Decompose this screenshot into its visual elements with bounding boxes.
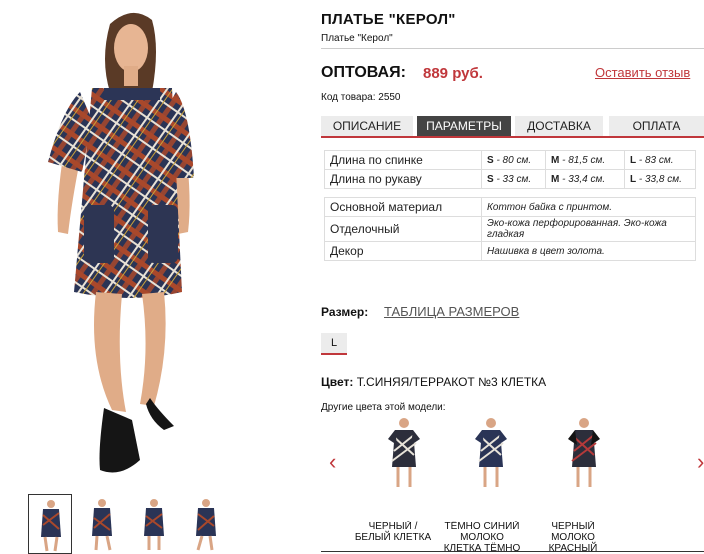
- product-thumbnail[interactable]: [132, 494, 176, 554]
- other-color-thumbnail[interactable]: [471, 415, 511, 491]
- size-l-value: L - 33,8 см.: [624, 169, 696, 189]
- other-color-caption[interactable]: ТЁМНО СИНИЙ МОЛОКО КЛЕТКА ТЁМНО: [442, 521, 522, 554]
- table-row: Отделочный Эко-кожа перфорированная. Эко…: [324, 216, 696, 242]
- measurements-table: Длина по спинке S - 80 см. M - 81,5 см. …: [324, 150, 696, 189]
- size-m-value: M - 81,5 см.: [545, 150, 625, 170]
- color-label: Цвет:: [321, 375, 354, 389]
- tab-delivery[interactable]: ДОСТАВКА: [515, 116, 603, 136]
- table-row: Длина по рукаву S - 33 см. M - 33,4 см. …: [324, 169, 696, 189]
- size-s-value: S - 33 см.: [481, 169, 546, 189]
- price-label: ОПТОВАЯ:: [321, 64, 406, 81]
- product-thumbnail[interactable]: [80, 494, 124, 554]
- table-row: Основной материал Коттон байка с принтом…: [324, 197, 696, 217]
- property-label: Декор: [324, 241, 482, 261]
- size-table-link[interactable]: ТАБЛИЦА РАЗМЕРОВ: [384, 304, 519, 319]
- size-l-value: L - 83 см.: [624, 150, 696, 170]
- leave-review-link[interactable]: Оставить отзыв: [595, 65, 690, 80]
- other-color-caption[interactable]: ЧЕРНЫЙ / БЕЛЫЙ КЛЕТКА: [353, 521, 433, 554]
- product-thumbnail[interactable]: [184, 494, 228, 554]
- size-option-l[interactable]: L: [321, 333, 347, 355]
- other-color-caption[interactable]: ЧЕРНЫЙ МОЛОКО КРАСНЫЙ: [533, 521, 613, 554]
- tab-parameters[interactable]: ПАРАМЕТРЫ: [417, 116, 511, 136]
- other-color-thumbnail[interactable]: [564, 415, 604, 491]
- property-label: Основной материал: [324, 197, 482, 217]
- other-colors-label: Другие цвета этой модели:: [321, 402, 446, 413]
- product-subtitle: Платье "Керол": [321, 33, 393, 44]
- size-label: Размер:: [321, 305, 369, 319]
- product-code: Код товара: 2550: [321, 92, 401, 103]
- product-thumbnail[interactable]: [28, 494, 72, 554]
- divider: [321, 48, 704, 49]
- size-m-value: M - 33,4 см.: [545, 169, 625, 189]
- size-s-value: S - 80 см.: [481, 150, 546, 170]
- chevron-right-icon[interactable]: ›: [697, 451, 704, 473]
- product-title: ПЛАТЬЕ "КЕРОЛ": [321, 11, 456, 28]
- measurement-label: Длина по рукаву: [324, 169, 482, 189]
- property-value: Нашивка в цвет золота.: [481, 241, 696, 261]
- chevron-left-icon[interactable]: ‹: [329, 451, 336, 473]
- table-row: Длина по спинке S - 80 см. M - 81,5 см. …: [324, 150, 696, 170]
- property-value: Коттон байка с принтом.: [481, 197, 696, 217]
- product-main-photo[interactable]: [0, 0, 300, 484]
- properties-table: Основной материал Коттон байка с принтом…: [324, 197, 696, 261]
- tab-description[interactable]: ОПИСАНИЕ: [321, 116, 413, 136]
- product-tabs: ОПИСАНИЕ ПАРАМЕТРЫ ДОСТАВКА ОПЛАТА: [321, 116, 704, 138]
- property-value: Эко-кожа перфорированная. Эко-кожа гладк…: [481, 216, 696, 242]
- divider: [321, 551, 704, 552]
- color-info: Цвет: Т.СИНЯЯ/ТЕРРАКОТ №3 КЛЕТКА: [321, 375, 546, 389]
- measurement-label: Длина по спинке: [324, 150, 482, 170]
- price-value: 889 руб.: [423, 65, 483, 82]
- table-row: Декор Нашивка в цвет золота.: [324, 241, 696, 261]
- tab-payment[interactable]: ОПЛАТА: [609, 116, 704, 136]
- other-color-thumbnail[interactable]: [384, 415, 424, 491]
- property-label: Отделочный: [324, 216, 482, 242]
- color-value: Т.СИНЯЯ/ТЕРРАКОТ №3 КЛЕТКА: [356, 375, 547, 389]
